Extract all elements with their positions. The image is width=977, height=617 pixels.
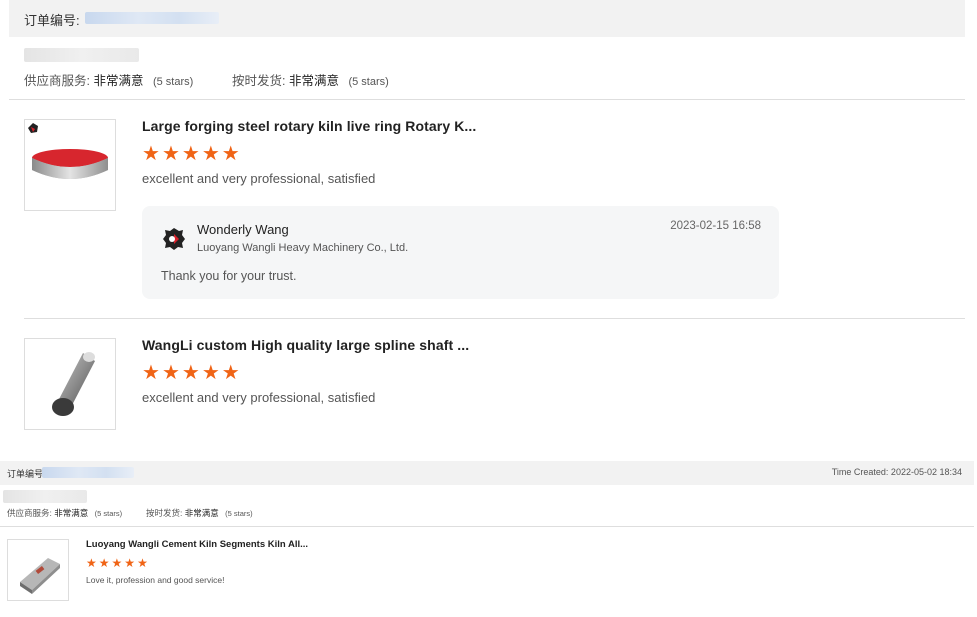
star-icon: ★ (161, 143, 180, 165)
divider (0, 526, 974, 527)
order-header: 订单编号: (9, 0, 965, 37)
supplier-reply: Wonderly Wang Luoyang Wangli Heavy Machi… (142, 206, 779, 299)
product-image-kiln-segment[interactable] (7, 539, 69, 601)
order-number-label: 订单编号: (24, 13, 80, 28)
supplier-service-rating: 供应商服务: 非常满意 (5 stars) (24, 74, 194, 88)
star-icon: ★ (201, 143, 220, 165)
order-number-label: 订单编号 (7, 469, 44, 479)
redacted-info (24, 48, 139, 62)
star-icon: ★ (161, 362, 180, 384)
spline-shaft-image (52, 352, 95, 416)
star-icon: ★ (201, 362, 220, 384)
product-image-kiln-ring[interactable] (24, 119, 116, 211)
kiln-segment-image (20, 558, 60, 594)
star-icon: ★ (181, 143, 200, 165)
star-rating: ★ ★ ★ ★ ★ (86, 557, 148, 569)
reply-date: 2023-02-15 16:58 (670, 220, 761, 232)
supplier-service-rating: 供应商服务: 非常满意 (5 stars) (7, 508, 123, 518)
review-text: excellent and very professional, satisfi… (142, 390, 376, 405)
shipping-rating: 按时发货: 非常满意 (5 stars) (146, 508, 253, 518)
product-title[interactable]: WangLi custom High quality large spline … (142, 337, 469, 353)
order-number-redacted (42, 467, 134, 478)
star-icon: ★ (98, 556, 110, 570)
kiln-ring-image (28, 123, 108, 179)
star-icon: ★ (221, 143, 240, 165)
company-logo-icon (163, 228, 185, 250)
review-text: Love it, profession and good service! (86, 575, 225, 585)
product-title[interactable]: Large forging steel rotary kiln live rin… (142, 118, 476, 134)
order-header: 订单编号 Time Created: 2022-05-02 18:34 (0, 461, 974, 485)
divider (9, 99, 965, 100)
reply-author-name: Wonderly Wang (197, 222, 289, 237)
star-icon: ★ (181, 362, 200, 384)
star-icon: ★ (142, 362, 160, 384)
star-icon: ★ (221, 362, 240, 384)
star-icon: ★ (86, 556, 97, 570)
order-number-redacted (85, 12, 219, 24)
star-icon: ★ (111, 556, 123, 570)
star-icon: ★ (142, 143, 160, 165)
reply-message: Thank you for your trust. (161, 269, 297, 283)
product-title[interactable]: Luoyang Wangli Cement Kiln Segments Kiln… (86, 539, 308, 550)
star-rating: ★ ★ ★ ★ ★ (142, 363, 240, 383)
shipping-rating: 按时发货: 非常满意 (5 stars) (232, 74, 389, 88)
review-text: excellent and very professional, satisfi… (142, 171, 376, 186)
star-rating: ★ ★ ★ ★ ★ (142, 144, 240, 164)
star-icon: ★ (124, 556, 136, 570)
product-image-spline-shaft[interactable] (24, 338, 116, 430)
divider (24, 318, 965, 319)
reply-company: Luoyang Wangli Heavy Machinery Co., Ltd. (197, 242, 409, 254)
time-created: Time Created: 2022-05-02 18:34 (831, 467, 962, 477)
star-icon: ★ (137, 556, 148, 570)
redacted-info (3, 490, 87, 503)
